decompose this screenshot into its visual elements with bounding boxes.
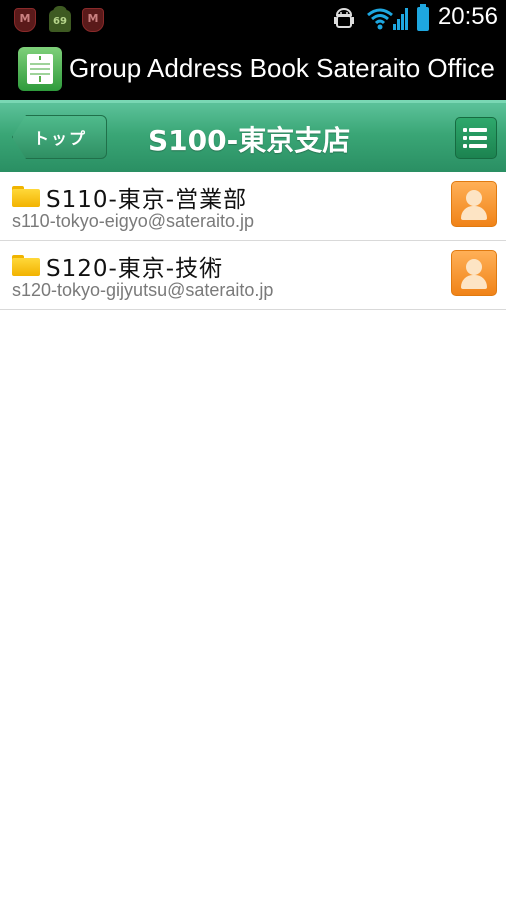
- mcafee-icon: M: [82, 8, 104, 32]
- contact-button[interactable]: [451, 250, 497, 296]
- contact-icon: [466, 190, 482, 206]
- app-title-bar: Group Address Book Sateraito Office: [0, 38, 506, 100]
- status-bar: M 69 M 20:56: [0, 0, 506, 38]
- app-logo-icon: [18, 47, 62, 91]
- group-list: S110-東京-営業部 s110-tokyo-eigyo@sateraito.j…: [0, 172, 506, 310]
- folder-icon: [12, 255, 40, 276]
- mcafee-icon: M: [14, 8, 36, 32]
- app-title: Group Address Book Sateraito Office: [69, 53, 495, 83]
- app-screen: M 69 M 20:56 Group Address Book Saterait…: [0, 0, 506, 900]
- battery-icon: [417, 4, 429, 31]
- wifi-signal-icon: [367, 8, 408, 30]
- list-item[interactable]: S110-東京-営業部 s110-tokyo-eigyo@sateraito.j…: [0, 172, 506, 241]
- group-name: S120-東京-技術: [46, 256, 224, 282]
- android-update-icon: 69: [49, 6, 71, 32]
- group-email: s120-tokyo-gijyutsu@sateraito.jp: [12, 280, 274, 300]
- group-email: s110-tokyo-eigyo@sateraito.jp: [12, 211, 255, 231]
- nav-header: トップ S100-東京支店: [0, 100, 506, 172]
- list-item[interactable]: S120-東京-技術 s120-tokyo-gijyutsu@sateraito…: [0, 241, 506, 310]
- contact-icon: [466, 259, 482, 275]
- notification-badge: 69: [53, 16, 67, 27]
- group-name: S110-東京-営業部: [46, 187, 248, 213]
- page-title: S100-東京支店: [148, 124, 351, 157]
- back-button[interactable]: トップ: [12, 115, 107, 159]
- clock: 20:56: [437, 3, 498, 30]
- folder-icon: [12, 186, 40, 207]
- back-button-label: トップ: [33, 129, 88, 148]
- android-debug-icon: [334, 8, 354, 28]
- list-menu-button[interactable]: [455, 117, 497, 159]
- contact-button[interactable]: [451, 181, 497, 227]
